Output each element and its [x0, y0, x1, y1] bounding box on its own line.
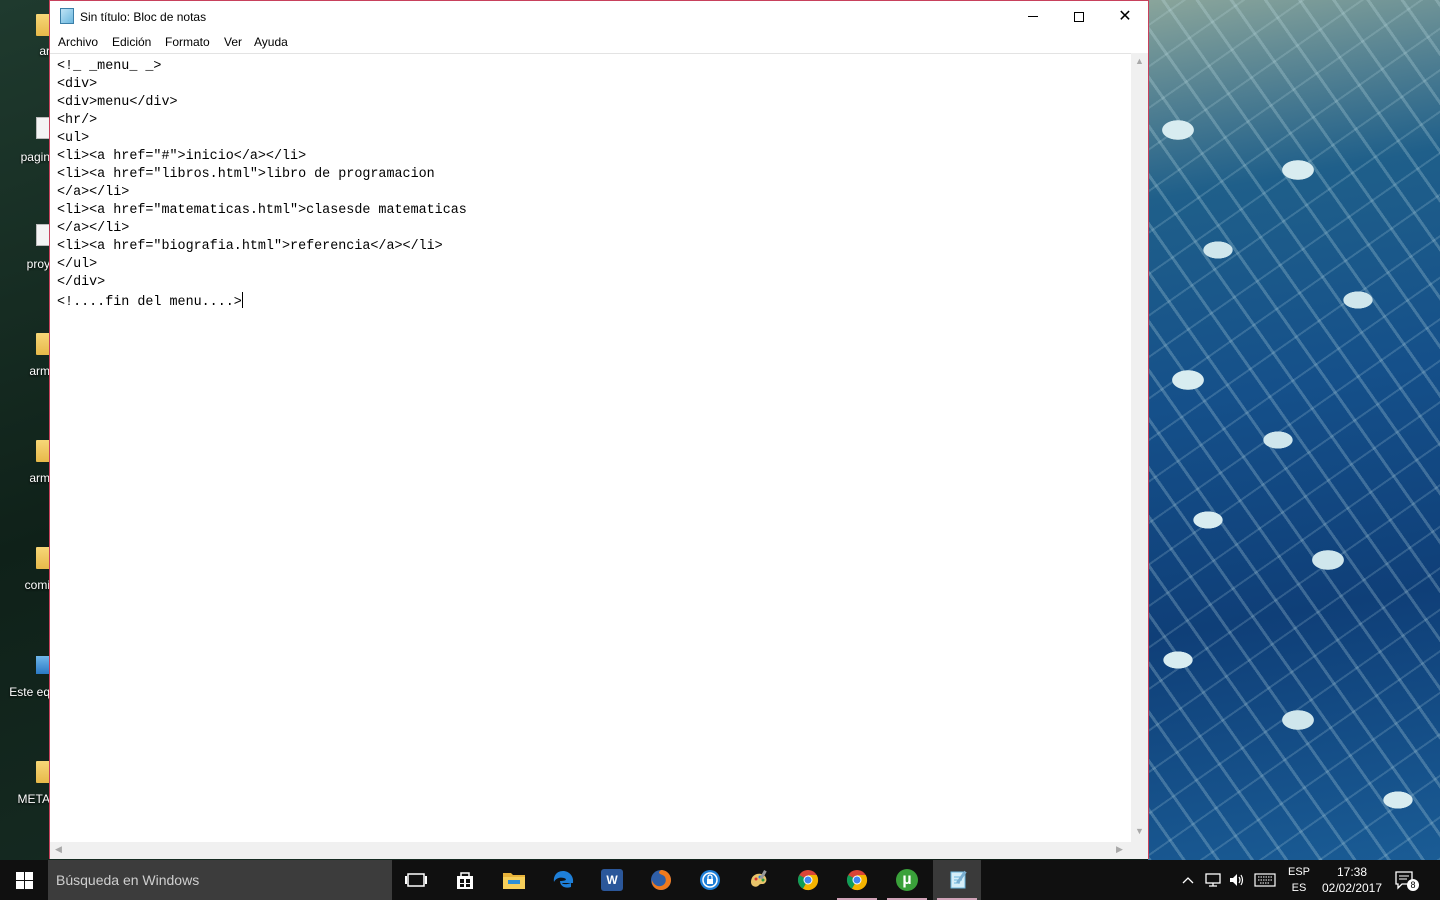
desktop-icon-label: comi [24, 578, 50, 592]
volume-button[interactable] [1226, 860, 1248, 900]
menu-ver[interactable]: Ver [224, 35, 242, 49]
desktop-icon-label: arm [29, 364, 50, 378]
edge-icon [553, 871, 574, 888]
editor-line: <!....fin del menu....> [57, 295, 242, 310]
clock-time: 17:38 [1336, 865, 1368, 879]
action-center-button[interactable]: 8 [1394, 870, 1424, 892]
menu-formato[interactable]: Formato [165, 35, 210, 49]
maximize-button[interactable] [1056, 1, 1102, 32]
input-language-button[interactable]: ESP ES [1283, 864, 1315, 896]
task-view-button[interactable] [392, 860, 440, 900]
store-button[interactable] [441, 860, 489, 900]
edge-button[interactable] [539, 860, 587, 900]
editor-line-last: <!....fin del menu....> [57, 292, 467, 312]
editor-line: <li><a href="matematicas.html">clasesde … [57, 203, 467, 218]
store-icon [457, 872, 473, 889]
word-button[interactable]: W [588, 860, 636, 900]
clock-date: 02/02/2017 [1321, 881, 1383, 895]
touch-keyboard-button[interactable] [1251, 860, 1279, 900]
editor-line: </ul> [57, 257, 98, 272]
scroll-down-icon[interactable]: ▼ [1135, 827, 1144, 836]
editor-line: <div> [57, 77, 98, 92]
editor-line: </a></li> [57, 221, 130, 236]
chrome-button-2[interactable] [833, 860, 881, 900]
menu-archivo[interactable]: Archivo [58, 35, 98, 49]
maximize-icon [1074, 11, 1084, 22]
editor-line: <li><a href="#">inicio</a></li> [57, 149, 307, 164]
chevron-up-icon [1182, 877, 1194, 884]
file-explorer-button[interactable] [490, 860, 538, 900]
chrome-icon [797, 870, 819, 891]
close-button[interactable]: ✕ [1102, 1, 1148, 32]
clock[interactable]: 17:38 02/02/2017 [1316, 864, 1388, 896]
notepad-window: Sin título: Bloc de notas ✕ Archivo Edic… [49, 0, 1149, 859]
task-view-icon [405, 873, 427, 887]
editor-line: <li><a href="libros.html">libro de progr… [57, 167, 435, 182]
wallpaper [1148, 0, 1440, 860]
menu-ayuda[interactable]: Ayuda [254, 35, 288, 49]
keyboard-layout: ES [1291, 882, 1307, 894]
desktop-icon-label: META [17, 792, 50, 806]
editor-line: <hr/> [57, 113, 98, 128]
editor-line: </div> [57, 275, 106, 290]
utorrent-icon: µ [896, 869, 918, 891]
chrome-icon [846, 870, 868, 891]
scroll-right-icon[interactable]: ▶ [1116, 845, 1123, 854]
minimize-button[interactable] [1010, 1, 1056, 32]
editor-line: <!_ _menu_ _> [57, 59, 162, 74]
editor-line: <li><a href="biografia.html">referencia<… [57, 239, 443, 254]
resize-grip[interactable] [1131, 842, 1148, 859]
editor-line: </a></li> [57, 185, 130, 200]
notepad-icon [60, 8, 74, 24]
security-button[interactable] [686, 860, 734, 900]
editor-content: <!_ _menu_ _> <div> <div>menu</div> <hr/> <u… [57, 58, 467, 312]
minimize-icon [1028, 16, 1038, 17]
notepad-taskbar-button[interactable] [933, 860, 981, 900]
paint-button[interactable] [735, 860, 783, 900]
file-explorer-icon [503, 873, 525, 889]
volume-icon [1230, 874, 1244, 886]
chrome-button-1[interactable] [784, 860, 832, 900]
show-hidden-icons-button[interactable] [1178, 860, 1198, 900]
editor-line: <ul> [57, 131, 90, 146]
horizontal-scrollbar[interactable]: ◀ ▶ [50, 842, 1131, 859]
scroll-up-icon[interactable]: ▲ [1135, 57, 1144, 66]
firefox-button[interactable] [637, 860, 685, 900]
menu-edicion[interactable]: Edición [112, 35, 151, 49]
notification-badge: 8 [1407, 879, 1419, 891]
network-button[interactable] [1202, 860, 1224, 900]
menu-bar: Archivo Edición Formato Ver Ayuda [50, 32, 1148, 52]
vertical-scrollbar[interactable]: ▲ ▼ [1131, 53, 1148, 842]
desktop-icon-label: ar [39, 44, 50, 58]
word-icon: W [601, 869, 623, 891]
scroll-left-icon[interactable]: ◀ [55, 845, 62, 854]
windows-logo-icon [15, 871, 33, 889]
title-bar[interactable]: Sin título: Bloc de notas ✕ [50, 1, 1148, 32]
network-icon [1205, 873, 1221, 887]
keyboard-icon [1254, 873, 1276, 887]
language-code: ESP [1287, 866, 1310, 878]
utorrent-letter: µ [902, 871, 912, 888]
firefox-icon [651, 870, 671, 890]
text-editor[interactable]: <!_ _menu_ _> <div> <div>menu</div> <hr/> <u… [50, 53, 1131, 842]
word-letter: W [606, 873, 618, 887]
start-button[interactable] [0, 860, 48, 900]
desktop-icon-label: Este eq [9, 685, 50, 699]
close-icon: ✕ [1118, 7, 1132, 25]
text-caret [241, 292, 243, 308]
taskbar: Búsqueda en Windows W µ ESP ES 17:38 02/… [0, 860, 1440, 900]
search-box[interactable]: Búsqueda en Windows [48, 860, 392, 900]
editor-line: <div>menu</div> [57, 95, 178, 110]
security-icon [700, 870, 720, 890]
window-title: Sin título: Bloc de notas [80, 10, 207, 24]
utorrent-button[interactable]: µ [883, 860, 931, 900]
search-placeholder: Búsqueda en Windows [56, 872, 200, 888]
desktop-icon-label: proy [26, 257, 50, 271]
notepad-icon [950, 870, 967, 889]
paint-icon [751, 870, 767, 887]
desktop-icon-label: pagin [20, 150, 50, 164]
desktop-icon-label: arm [29, 471, 50, 485]
